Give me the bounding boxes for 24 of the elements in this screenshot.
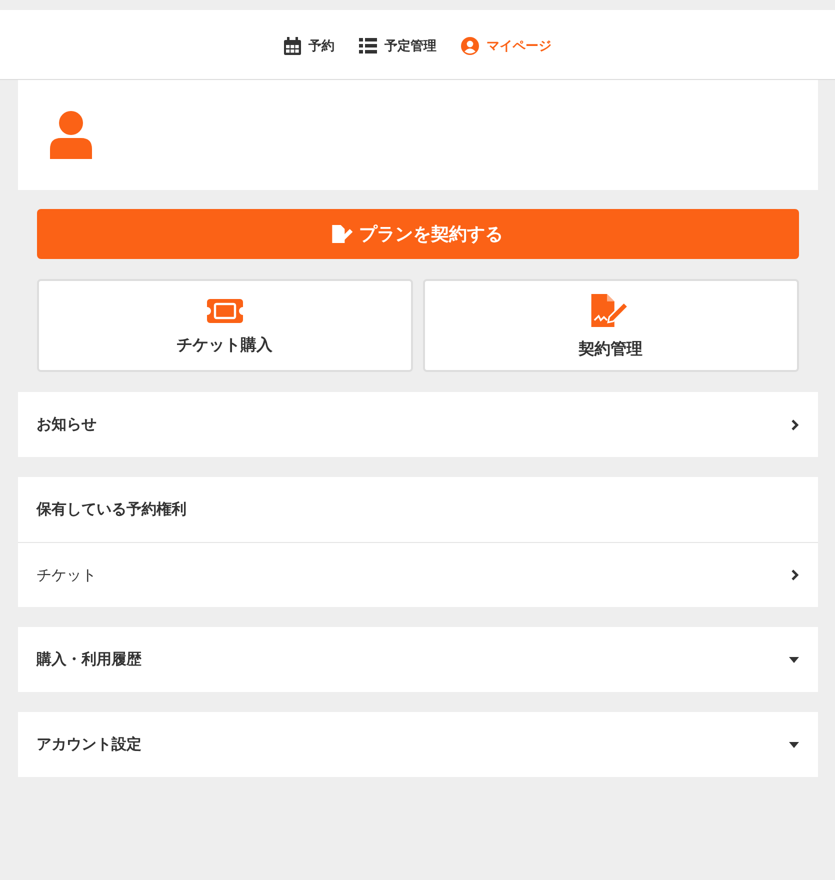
list-row[interactable]: チケット: [18, 542, 818, 607]
caret-down-icon: [788, 656, 798, 662]
section-title: 購入・利用履歴: [36, 650, 142, 669]
section-row[interactable]: 購入・利用履歴: [18, 627, 818, 692]
chevron-right-icon: [790, 418, 798, 430]
menu-tile[interactable]: チケット購入: [36, 279, 412, 372]
list-icon: [358, 38, 376, 54]
avatar-icon: [50, 111, 92, 159]
nav-tab[interactable]: 予定管理: [358, 36, 436, 54]
user-icon: [460, 36, 478, 54]
section-row[interactable]: お知らせ: [18, 392, 818, 457]
caret-down-icon: [788, 742, 798, 748]
calendar-icon: [284, 36, 300, 54]
section-title: アカウント設定: [36, 735, 142, 754]
menu-tile[interactable]: 契約管理: [422, 279, 798, 372]
ticket-icon: [206, 298, 242, 322]
chevron-right-icon: [790, 569, 798, 581]
signed-document-icon: [332, 224, 353, 244]
signed-document-icon: [591, 294, 630, 328]
section-title: お知らせ: [36, 415, 96, 434]
section-row[interactable]: アカウント設定: [18, 712, 818, 777]
nav-tab[interactable]: 予約: [284, 36, 334, 54]
section-title: 保有している予約権利: [36, 500, 186, 519]
list-item-label: チケット: [36, 566, 96, 584]
